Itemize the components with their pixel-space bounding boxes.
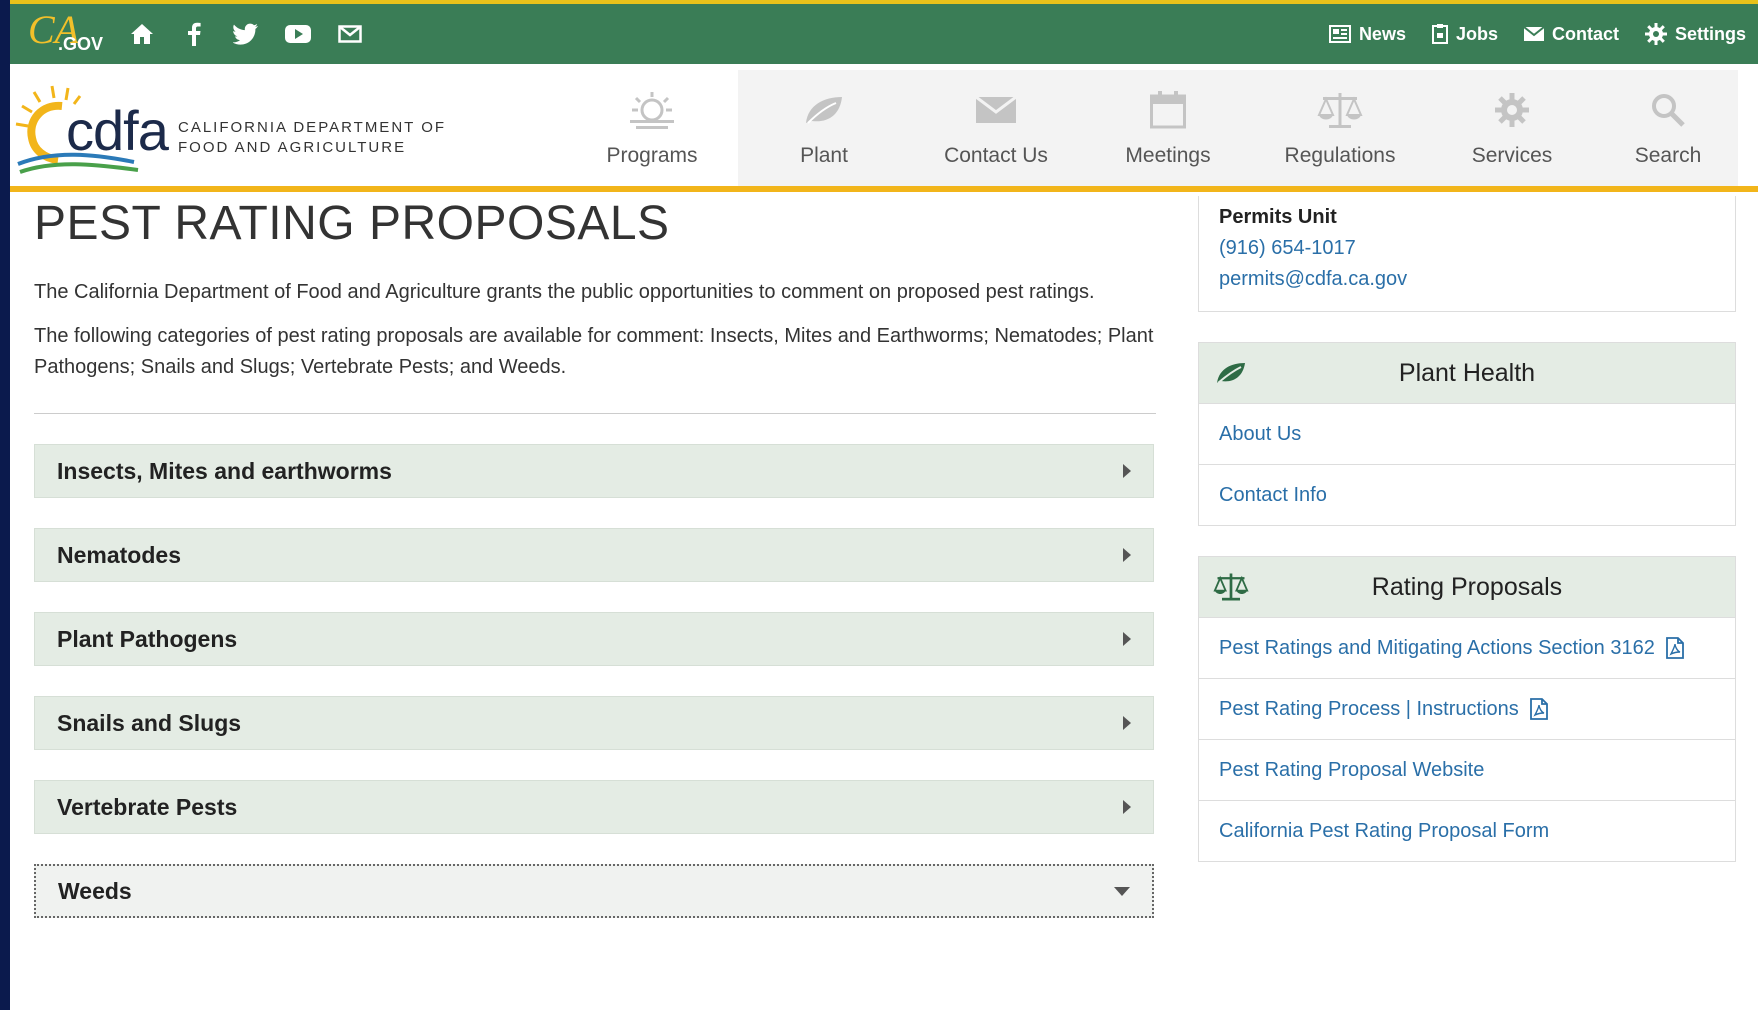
leaf-icon xyxy=(800,86,848,134)
about-us-label: About Us xyxy=(1219,422,1302,445)
contact-info-label: Contact Info xyxy=(1219,483,1327,506)
pdf-icon xyxy=(1665,637,1684,659)
nav-search[interactable]: Search xyxy=(1598,70,1738,186)
gear-icon xyxy=(1644,23,1667,45)
caret-right-icon xyxy=(1123,800,1131,814)
pest-rating-process-label: Pest Rating Process | Instructions xyxy=(1219,697,1519,720)
accordion-snails-slugs[interactable]: Snails and Slugs xyxy=(34,696,1154,750)
facebook-icon[interactable] xyxy=(178,18,210,50)
accordion-weeds[interactable]: Weeds xyxy=(34,864,1154,918)
permits-email-link[interactable]: permits@cdfa.ca.gov xyxy=(1219,264,1715,295)
email-icon[interactable] xyxy=(334,18,366,50)
ca-gov-logo[interactable]: CA .GOV xyxy=(10,4,103,64)
caret-right-icon xyxy=(1123,632,1131,646)
department-name: CALIFORNIA DEPARTMENT OF FOOD AND AGRICU… xyxy=(178,118,446,158)
news-link[interactable]: News xyxy=(1328,23,1406,45)
caret-down-icon xyxy=(1114,886,1130,896)
nav-meetings[interactable]: Meetings xyxy=(1082,70,1254,186)
pest-ratings-section-3162-link[interactable]: Pest Ratings and Mitigating Actions Sect… xyxy=(1199,618,1735,679)
nav-regulations[interactable]: Regulations xyxy=(1254,70,1426,186)
california-pest-rating-form-link[interactable]: California Pest Rating Proposal Form xyxy=(1199,801,1735,861)
contact-label: Contact xyxy=(1551,23,1619,44)
site-header: cdfa CALIFORNIA DEPARTMENT OF FOOD AND A… xyxy=(10,64,1758,192)
nav-services-label: Services xyxy=(1471,144,1553,167)
main-content: PEST RATING PROPOSALS The California Dep… xyxy=(34,196,1156,918)
department-line-2: FOOD AND AGRICULTURE xyxy=(178,139,407,156)
scales-icon xyxy=(1213,569,1249,605)
caret-right-icon xyxy=(1123,464,1131,478)
youtube-icon[interactable] xyxy=(282,18,314,50)
cdfa-logo-text: cdfa xyxy=(66,99,169,162)
caret-right-icon xyxy=(1123,548,1131,562)
newspaper-icon xyxy=(1328,25,1351,43)
frame-left-border xyxy=(0,0,10,1010)
home-icon[interactable] xyxy=(126,18,158,50)
contact-info-link[interactable]: Contact Info xyxy=(1199,465,1735,525)
calendar-icon xyxy=(1144,86,1192,134)
news-label: News xyxy=(1358,23,1406,44)
jobs-link[interactable]: Jobs xyxy=(1431,23,1498,45)
sun-icon xyxy=(628,86,676,134)
jobs-label: Jobs xyxy=(1455,23,1498,44)
accordion-insects[interactable]: Insects, Mites and earthworms xyxy=(34,444,1154,498)
nav-plant[interactable]: Plant xyxy=(738,70,910,186)
pest-rating-proposal-website-link[interactable]: Pest Rating Proposal Website xyxy=(1199,740,1735,801)
nav-programs[interactable]: Programs xyxy=(566,70,738,186)
search-icon xyxy=(1644,86,1692,134)
accordion-label: Vertebrate Pests xyxy=(57,793,238,820)
gear-icon xyxy=(1488,86,1536,134)
clipboard-icon xyxy=(1431,24,1448,44)
categories-paragraph: The following categories of pest rating … xyxy=(34,325,1154,378)
rating-proposals-header: Rating Proposals xyxy=(1199,557,1735,618)
pdf-icon xyxy=(1529,698,1548,720)
twitter-icon[interactable] xyxy=(230,18,262,50)
about-us-link[interactable]: About Us xyxy=(1199,404,1735,465)
settings-label: Settings xyxy=(1674,23,1746,44)
scales-icon xyxy=(1316,86,1364,134)
pest-rating-proposal-website-label: Pest Rating Proposal Website xyxy=(1219,758,1485,781)
intro-paragraph: The California Department of Food and Ag… xyxy=(34,281,1095,303)
main-nav: Programs Plant Contact Us Meetings Regul… xyxy=(566,70,1738,186)
accordion-label: Nematodes xyxy=(57,541,181,568)
gov-logo-text: .GOV xyxy=(58,34,104,54)
leaf-icon xyxy=(1213,355,1249,391)
rating-proposals-title: Rating Proposals xyxy=(1371,572,1563,601)
accordion-label: Insects, Mites and earthworms xyxy=(57,457,392,484)
accordion-plant-pathogens[interactable]: Plant Pathogens xyxy=(34,612,1154,666)
envelope-icon xyxy=(972,86,1020,134)
accordion-vertebrate-pests[interactable]: Vertebrate Pests xyxy=(34,780,1154,834)
permits-unit-heading: Permits Unit xyxy=(1219,206,1337,228)
rating-proposals-panel: Rating Proposals Pest Ratings and Mitiga… xyxy=(1198,556,1736,862)
permits-phone-link[interactable]: (916) 654-1017 xyxy=(1219,233,1715,264)
settings-link[interactable]: Settings xyxy=(1644,23,1746,45)
page-title: PEST RATING PROPOSALS xyxy=(34,197,670,250)
accordion-label: Weeds xyxy=(58,877,132,904)
utility-bar: CA .GOV News Jobs Contact Settings xyxy=(10,4,1758,64)
caret-right-icon xyxy=(1123,716,1131,730)
content-divider xyxy=(34,413,1156,414)
cdfa-logo[interactable]: cdfa CALIFORNIA DEPARTMENT OF FOOD AND A… xyxy=(10,74,470,184)
plant-health-title: Plant Health xyxy=(1398,358,1536,387)
permits-contact-box: Permits Unit (916) 654-1017 permits@cdfa… xyxy=(1198,196,1736,312)
nav-search-label: Search xyxy=(1634,144,1702,167)
pest-ratings-section-3162-label: Pest Ratings and Mitigating Actions Sect… xyxy=(1219,636,1655,659)
accordion-label: Plant Pathogens xyxy=(57,625,238,652)
plant-health-panel: Plant Health About Us Contact Info xyxy=(1198,342,1736,526)
nav-contact-us[interactable]: Contact Us xyxy=(910,70,1082,186)
nav-regulations-label: Regulations xyxy=(1284,144,1396,167)
nav-contact-us-label: Contact Us xyxy=(944,144,1048,167)
contact-link[interactable]: Contact xyxy=(1523,23,1619,45)
sidebar: Permits Unit (916) 654-1017 permits@cdfa… xyxy=(1198,196,1736,862)
nav-meetings-label: Meetings xyxy=(1125,144,1211,167)
pest-rating-process-link[interactable]: Pest Rating Process | Instructions xyxy=(1199,679,1735,740)
california-pest-rating-form-label: California Pest Rating Proposal Form xyxy=(1219,819,1550,842)
department-line-1: CALIFORNIA DEPARTMENT OF xyxy=(178,119,447,136)
nav-plant-label: Plant xyxy=(800,144,848,167)
nav-services[interactable]: Services xyxy=(1426,70,1598,186)
envelope-icon xyxy=(1523,26,1544,41)
nav-programs-label: Programs xyxy=(606,144,698,167)
plant-health-header: Plant Health xyxy=(1199,343,1735,404)
accordion-nematodes[interactable]: Nematodes xyxy=(34,528,1154,582)
accordion-label: Snails and Slugs xyxy=(57,709,242,736)
